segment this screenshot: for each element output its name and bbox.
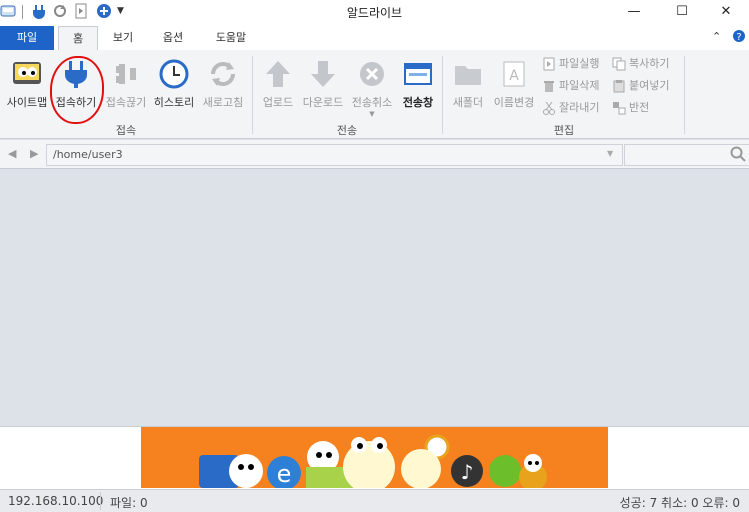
up-arrow-icon [262,58,294,90]
trash-icon [542,79,556,93]
quick-add-icon[interactable] [96,3,112,19]
paste-icon [612,79,626,93]
sitemap-label: 사이트맵 [6,96,48,109]
refresh-button[interactable]: 새로고침 [198,54,248,120]
delete-file-button[interactable]: 파일삭제 [542,76,599,96]
close-button[interactable]: ✕ [703,0,749,24]
app-icon[interactable] [0,3,16,19]
refresh-icon [207,58,239,90]
new-folder-label: 새폴더 [452,96,484,109]
run-file-button[interactable]: 파일실행 [542,54,599,74]
disconnect-button[interactable]: 접속끊기 [102,54,150,120]
cancel-icon [356,58,388,90]
tab-options[interactable]: 옵션 [154,26,192,50]
copy-icon [612,57,626,71]
down-arrow-icon [307,58,339,90]
download-button[interactable]: 다운로드 [300,54,346,120]
rename-icon: A [498,58,530,90]
ad-banner-image[interactable]: e ♪ [141,427,608,488]
quick-file-icon[interactable] [73,3,89,19]
transfer-window-label: 전송창 [402,96,434,109]
status-transfer-counts: 성공: 7 취소: 0 오류: 0 [619,496,740,510]
folder-icon [452,58,484,90]
download-label: 다운로드 [302,96,344,109]
collapse-ribbon-icon[interactable]: ⌃ [712,30,721,43]
tab-home[interactable]: 홈 [58,26,98,51]
toolbar-separator [22,5,23,19]
group-label-transfer: 전송 [336,124,358,137]
invert-label: 반전 [629,101,650,114]
cut-label: 잘라내기 [559,101,600,114]
tab-help[interactable]: 도움말 [208,26,254,50]
back-icon[interactable]: ◀ [8,147,16,160]
upload-button[interactable]: 업로드 [256,54,300,120]
new-folder-button[interactable]: 새폴더 [448,54,488,120]
copy-button[interactable]: 복사하기 [612,54,669,74]
refresh-label: 새로고침 [202,96,244,109]
paste-label: 붙여넣기 [629,79,670,92]
tab-file[interactable]: 파일 [0,26,54,50]
paste-button[interactable]: 붙여넣기 [612,76,669,96]
tab-view[interactable]: 보기 [104,26,142,50]
run-file-icon [542,57,556,71]
svg-text:♪: ♪ [461,460,474,484]
svg-text:?: ? [736,32,741,43]
minimize-button[interactable]: — [611,0,657,24]
cut-button[interactable]: 잘라내기 [542,98,599,118]
cancel-transfer-button[interactable]: 전송취소 ▼ [348,54,396,120]
history-label: 히스토리 [153,96,195,109]
group-separator [684,56,685,134]
run-file-label: 파일실행 [559,57,600,70]
quick-refresh-icon[interactable] [52,3,68,19]
copy-label: 복사하기 [629,57,670,70]
rename-label: 이름변경 [493,96,535,109]
transfer-window-button[interactable]: 전송창 [398,54,438,120]
history-button[interactable]: 히스토리 [150,54,198,120]
invert-selection-button[interactable]: 반전 [612,98,649,118]
svg-text:A: A [509,68,519,84]
rename-button[interactable]: A 이름변경 [490,54,538,120]
path-text: /home/user3 [53,148,123,161]
path-input[interactable]: /home/user3 [46,144,623,166]
scissors-icon [542,101,556,115]
unplug-icon [110,58,142,90]
sitemap-button[interactable]: 사이트맵 [4,54,50,120]
quick-access-dropdown-icon[interactable]: ▼ [117,6,124,16]
clock-icon [158,58,190,90]
status-ip: 192.168.10.100 [8,494,104,508]
cancel-transfer-label: 전송취소 [351,96,393,109]
quick-connect-icon[interactable] [31,3,47,19]
disconnect-label: 접속끊기 [105,96,147,109]
delete-file-label: 파일삭제 [559,79,600,92]
invert-icon [612,101,626,115]
group-label-connect: 접속 [115,124,137,137]
help-icon[interactable]: ? [732,29,746,46]
path-dropdown-icon[interactable]: ▼ [607,149,613,158]
forward-icon[interactable]: ▶ [30,147,38,160]
cancel-dropdown-icon[interactable]: ▼ [348,110,396,118]
status-file-count: 파일: 0 [110,496,148,510]
sitemap-icon [11,58,43,90]
annotation-circle [50,56,104,124]
search-icon[interactable] [730,146,746,165]
upload-label: 업로드 [262,96,294,109]
file-list-area[interactable] [0,169,749,425]
transfer-window-icon [402,58,434,90]
status-divider [100,492,101,510]
svg-text:e: e [277,460,292,488]
maximize-button[interactable]: ☐ [659,0,705,24]
group-label-edit: 편집 [553,124,575,137]
